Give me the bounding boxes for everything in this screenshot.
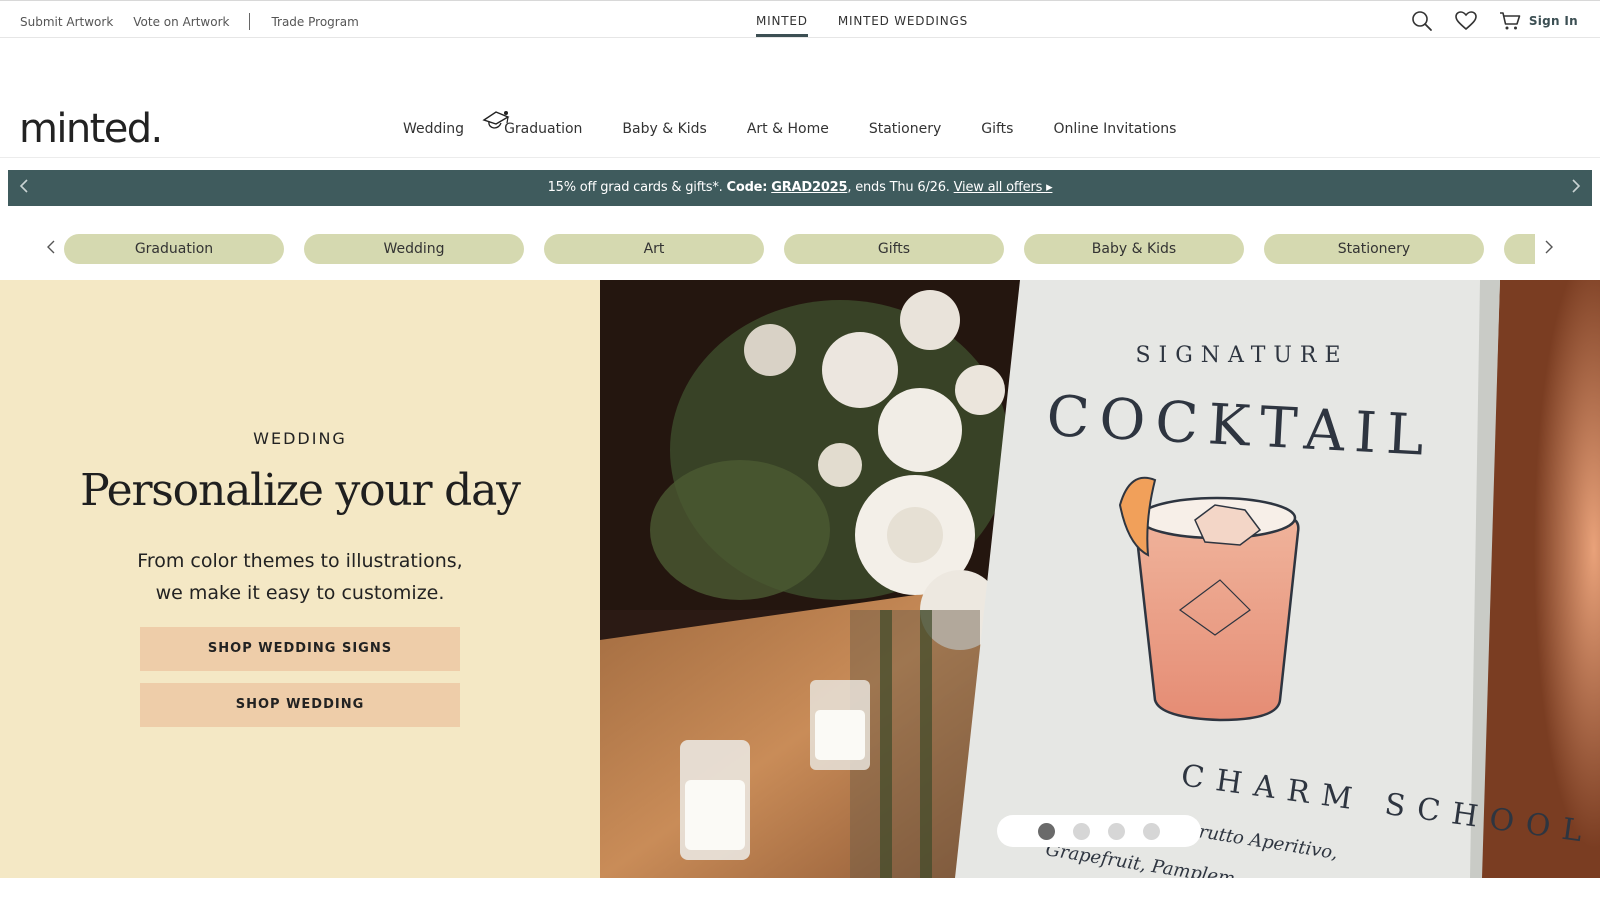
nav-gifts[interactable]: Gifts	[981, 121, 1013, 137]
trade-program-link[interactable]: Trade Program	[271, 15, 358, 29]
hero-subtitle: From color themes to illustrations, we m…	[0, 545, 600, 609]
promo-next-icon[interactable]	[1566, 176, 1586, 196]
utility-actions: Sign In	[1410, 9, 1578, 33]
cocktail-sign-photo: SIGNATURE COCKTAIL CHARM SCHOOL Brutto A…	[600, 280, 1600, 878]
carousel-dot-2[interactable]	[1073, 822, 1090, 840]
promo-code-label: Code:	[726, 180, 768, 195]
carousel-dot-1[interactable]	[1038, 822, 1055, 840]
nav-graduation[interactable]: Graduation	[482, 111, 583, 137]
pills-prev-icon[interactable]	[40, 235, 62, 259]
promo-lead: 15% off grad cards & gifts*.	[547, 180, 723, 195]
pill-art[interactable]: Art	[544, 234, 764, 264]
view-all-offers-link[interactable]: View all offers ▸	[954, 180, 1053, 195]
carousel-dot-3[interactable]	[1108, 822, 1125, 840]
main-nav: Wedding Graduation Baby & Kids Art & Hom…	[403, 111, 1216, 137]
heart-icon[interactable]	[1454, 9, 1478, 33]
nav-art-home[interactable]: Art & Home	[747, 121, 829, 137]
search-icon[interactable]	[1410, 9, 1434, 33]
hero-subtitle-line-2: we make it easy to customize.	[155, 582, 445, 604]
hero-subtitle-line-1: From color themes to illustrations,	[137, 550, 463, 572]
tab-minted[interactable]: MINTED	[756, 14, 808, 37]
pill-overflow[interactable]	[1504, 234, 1535, 264]
shop-wedding-signs-button[interactable]: SHOP WEDDING SIGNS	[140, 627, 460, 671]
utility-bar: Submit Artwork Vote on Artwork Trade Pro…	[0, 0, 1600, 38]
pill-wedding[interactable]: Wedding	[304, 234, 524, 264]
pill-graduation[interactable]: Graduation	[64, 234, 284, 264]
vote-on-artwork-link[interactable]: Vote on Artwork	[133, 15, 229, 29]
submit-artwork-link[interactable]: Submit Artwork	[20, 15, 113, 29]
hero-eyebrow: WEDDING	[253, 429, 347, 448]
nav-stationery[interactable]: Stationery	[869, 121, 941, 137]
graduation-cap-icon	[482, 108, 510, 134]
promo-banner: 15% off grad cards & gifts*. Code: GRAD2…	[8, 170, 1592, 206]
promo-ends: , ends Thu 6/26.	[847, 180, 950, 195]
promo-code[interactable]: GRAD2025	[771, 180, 847, 195]
carousel-dots	[997, 815, 1201, 847]
utility-links: Submit Artwork Vote on Artwork Trade Pro…	[20, 13, 359, 30]
sign-text-signature: SIGNATURE	[1135, 343, 1348, 368]
nav-divider	[0, 157, 1600, 158]
sign-in-link[interactable]: Sign In	[1529, 14, 1578, 28]
hero-title: Personalize your day	[80, 465, 521, 516]
nav-baby-kids[interactable]: Baby & Kids	[622, 121, 706, 137]
carousel-dot-4[interactable]	[1143, 822, 1160, 840]
pills-next-icon[interactable]	[1538, 235, 1560, 259]
hero-text-panel: WEDDING Personalize your day From color …	[0, 280, 600, 878]
category-pill-row: Graduation Wedding Art Gifts Baby & Kids…	[0, 232, 1600, 266]
site-switcher: MINTED MINTED WEDDINGS	[756, 14, 968, 37]
nav-wedding[interactable]: Wedding	[403, 121, 464, 137]
pill-gifts[interactable]: Gifts	[784, 234, 1004, 264]
pill-stationery[interactable]: Stationery	[1264, 234, 1484, 264]
tab-minted-weddings[interactable]: MINTED WEDDINGS	[838, 14, 968, 37]
promo-message: 15% off grad cards & gifts*. Code: GRAD2…	[8, 180, 1592, 195]
cart-icon[interactable]	[1498, 9, 1522, 33]
hero-image[interactable]: SIGNATURE COCKTAIL CHARM SCHOOL Brutto A…	[600, 280, 1600, 878]
nav-graduation-label: Graduation	[504, 121, 583, 137]
shop-wedding-button[interactable]: SHOP WEDDING	[140, 683, 460, 727]
utility-divider	[249, 13, 251, 30]
pill-baby-kids[interactable]: Baby & Kids	[1024, 234, 1244, 264]
nav-online-invitations[interactable]: Online Invitations	[1053, 121, 1176, 137]
minted-logo[interactable]: minted.	[19, 106, 163, 152]
